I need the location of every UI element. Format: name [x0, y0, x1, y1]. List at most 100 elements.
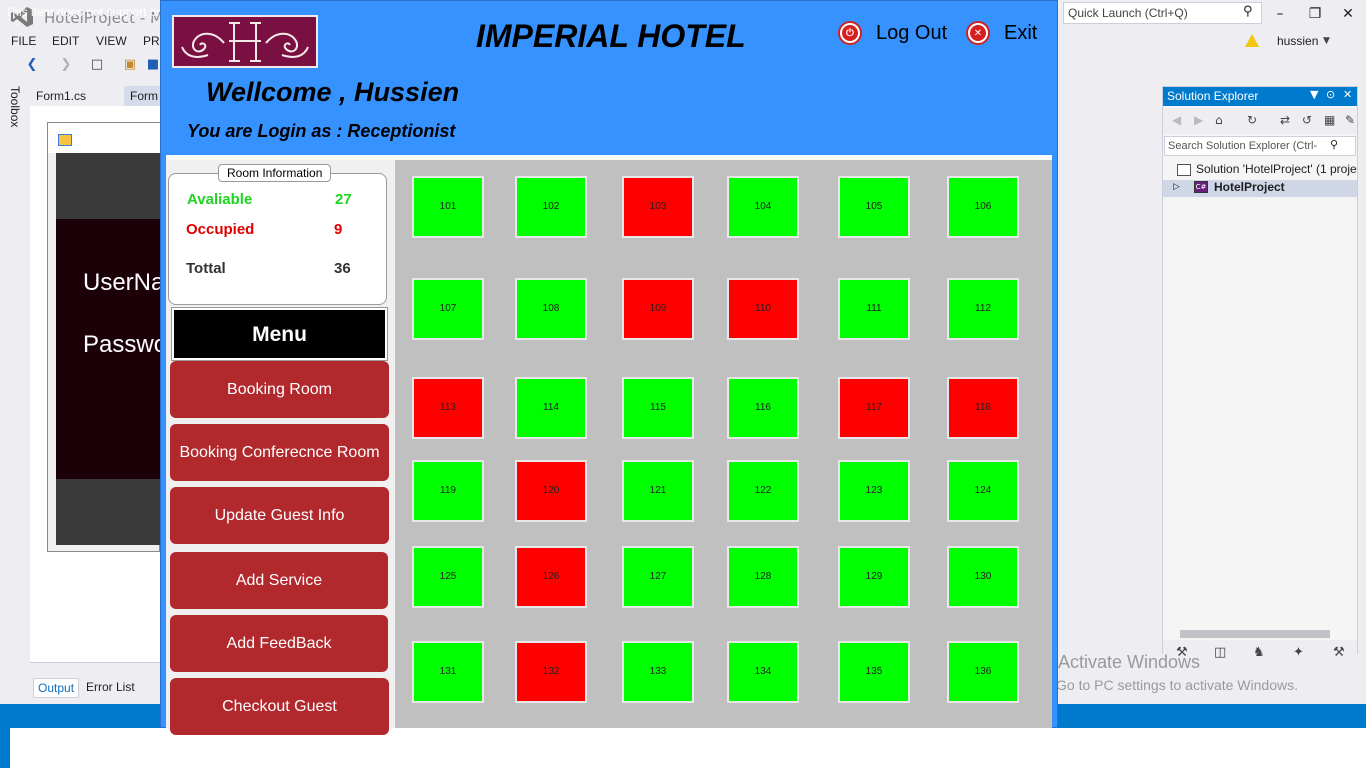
close-icon[interactable]: ✕	[1338, 6, 1358, 22]
room-110-button[interactable]: 110	[727, 278, 799, 340]
chevron-down-icon[interactable]: ▼	[1310, 88, 1318, 101]
pin-icon[interactable]: ⊙	[1326, 88, 1335, 101]
logout-button[interactable]: ⏻ Log Out	[838, 18, 947, 48]
home-icon[interactable]: ⌂	[1215, 113, 1223, 127]
server-explorer-icon[interactable]: ◫	[1214, 645, 1226, 660]
room-105-button[interactable]: 105	[838, 176, 910, 238]
room-132-button[interactable]: 132	[515, 641, 587, 703]
forward-icon[interactable]: ❯	[58, 57, 74, 73]
hotel-logo-icon	[181, 22, 309, 62]
doc-tab-form-designer[interactable]: Form	[124, 86, 164, 106]
toolbox-tab[interactable]: Toolbox	[8, 86, 22, 127]
collapse-all-icon[interactable]: ▦	[1324, 113, 1335, 127]
room-116-button[interactable]: 116	[727, 377, 799, 439]
occupied-count: 9	[334, 221, 343, 238]
room-101-button[interactable]: 101	[412, 176, 484, 238]
solution-explorer-title: Solution Explorer	[1167, 89, 1259, 103]
class-view-icon[interactable]: ✦	[1293, 645, 1304, 660]
add-service-button[interactable]: Add Service	[170, 552, 388, 609]
sync-icon[interactable]: ⇄	[1280, 113, 1290, 127]
room-107-button[interactable]: 107	[412, 278, 484, 340]
menu-edit[interactable]: EDIT	[52, 34, 79, 48]
room-121-button[interactable]: 121	[622, 460, 694, 522]
error-list-tab[interactable]: Error List	[82, 678, 139, 698]
refresh-icon[interactable]: ↺	[1302, 113, 1312, 127]
room-120-button[interactable]: 120	[515, 460, 587, 522]
output-tab[interactable]: Output	[33, 678, 80, 698]
expand-arrow-icon[interactable]: ▷	[1173, 182, 1180, 192]
room-119-button[interactable]: 119	[412, 460, 484, 522]
quick-launch-input[interactable]: Quick Launch (Ctrl+Q)	[1063, 2, 1262, 24]
new-project-icon[interactable]: □	[89, 57, 105, 73]
room-134-button[interactable]: 134	[727, 641, 799, 703]
doc-tab-form1-cs[interactable]: Form1.cs	[30, 86, 92, 106]
room-126-button[interactable]: 126	[515, 546, 587, 608]
room-133-button[interactable]: 133	[622, 641, 694, 703]
open-file-icon[interactable]: ▣	[122, 57, 138, 73]
room-number-label: 118	[975, 402, 991, 413]
room-number-label: 112	[975, 303, 991, 314]
room-number-label: 132	[542, 666, 560, 677]
room-130-button[interactable]: 130	[947, 546, 1019, 608]
minimize-icon[interactable]: –	[1270, 6, 1290, 22]
room-108-button[interactable]: 108	[515, 278, 587, 340]
room-125-button[interactable]: 125	[412, 546, 484, 608]
room-118-button[interactable]: 118	[947, 377, 1019, 439]
back-icon[interactable]: ❮	[24, 57, 40, 73]
room-131-button[interactable]: 131	[412, 641, 484, 703]
user-account-name[interactable]: hussien	[1277, 34, 1318, 48]
room-127-button[interactable]: 127	[622, 546, 694, 608]
back-icon[interactable]: ◀	[1172, 113, 1181, 127]
close-icon[interactable]: ✕	[1343, 88, 1352, 101]
designer-form[interactable]: UserNa Passwo	[47, 122, 167, 552]
team-explorer-icon[interactable]: ♞	[1253, 645, 1265, 660]
room-122-button[interactable]: 122	[727, 460, 799, 522]
room-106-button[interactable]: 106	[947, 176, 1019, 238]
room-number-label: 135	[865, 666, 883, 677]
room-number-label: 123	[865, 485, 883, 496]
room-104-button[interactable]: 104	[727, 176, 799, 238]
update-guest-info-button[interactable]: Update Guest Info	[170, 487, 389, 544]
room-135-button[interactable]: 135	[838, 641, 910, 703]
menu-file[interactable]: FILE	[11, 34, 36, 48]
history-icon[interactable]: ↻	[1247, 113, 1257, 127]
properties-wrench-icon[interactable]: ⚒	[1333, 645, 1345, 660]
search-icon[interactable]: ⚲	[1243, 4, 1253, 19]
room-number-label: 115	[650, 402, 666, 413]
room-136-button[interactable]: 136	[947, 641, 1019, 703]
power-icon: ⏻	[838, 21, 862, 45]
chevron-down-icon[interactable]: ▼	[1323, 36, 1330, 46]
room-115-button[interactable]: 115	[622, 377, 694, 439]
room-103-button[interactable]: 103	[622, 176, 694, 238]
exit-button[interactable]: ✕ Exit	[966, 18, 1037, 48]
room-128-button[interactable]: 128	[727, 546, 799, 608]
booking-conference-room-button[interactable]: Booking Conferecnce Room	[170, 424, 389, 481]
room-129-button[interactable]: 129	[838, 546, 910, 608]
restore-icon[interactable]: ❐	[1305, 6, 1325, 22]
room-117-button[interactable]: 117	[838, 377, 910, 439]
menu-project[interactable]: PR	[143, 34, 160, 48]
properties-icon[interactable]: ✎	[1345, 113, 1355, 127]
room-112-button[interactable]: 112	[947, 278, 1019, 340]
search-icon[interactable]: ⚲	[1330, 138, 1338, 151]
forward-icon[interactable]: ▶	[1194, 113, 1203, 127]
menu-view[interactable]: VIEW	[96, 34, 127, 48]
add-feedback-button[interactable]: Add FeedBack	[170, 615, 388, 672]
solution-item[interactable]: Solution 'HotelProject' (1 proje	[1196, 162, 1357, 176]
room-124-button[interactable]: 124	[947, 460, 1019, 522]
room-113-button[interactable]: 113	[412, 377, 484, 439]
room-123-button[interactable]: 123	[838, 460, 910, 522]
warning-icon[interactable]	[1245, 34, 1259, 47]
room-109-button[interactable]: 109	[622, 278, 694, 340]
room-114-button[interactable]: 114	[515, 377, 587, 439]
room-111-button[interactable]: 111	[838, 278, 910, 340]
booking-room-button[interactable]: Booking Room	[170, 361, 389, 418]
room-102-button[interactable]: 102	[515, 176, 587, 238]
checkout-guest-button[interactable]: Checkout Guest	[170, 678, 389, 735]
menu-header: Menu	[171, 307, 388, 361]
solution-explorer-search-input[interactable]: Search Solution Explorer (Ctrl-	[1164, 136, 1356, 156]
save-icon[interactable]: ■	[145, 57, 161, 73]
project-item[interactable]: HotelProject	[1163, 180, 1357, 197]
scrollbar-thumb[interactable]	[1180, 630, 1330, 638]
solution-icon	[1177, 164, 1191, 176]
